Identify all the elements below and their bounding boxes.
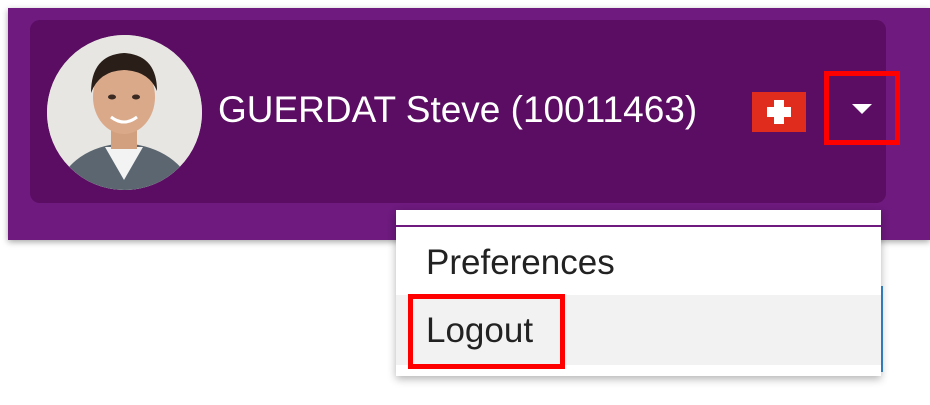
user-dropdown-menu: Preferences Logout xyxy=(396,210,881,376)
menu-item-label: Logout xyxy=(426,311,534,350)
user-name: GUERDAT Steve (10011463) xyxy=(218,89,698,130)
user-photo-icon xyxy=(47,35,202,190)
menu-item-logout[interactable]: Logout xyxy=(396,295,881,365)
caret-down-icon xyxy=(852,104,872,114)
user-menu-toggle-button[interactable] xyxy=(824,71,900,145)
swiss-flag-icon xyxy=(752,92,806,132)
menu-item-label: Preferences xyxy=(426,243,615,282)
menu-item-preferences[interactable]: Preferences xyxy=(396,227,881,297)
